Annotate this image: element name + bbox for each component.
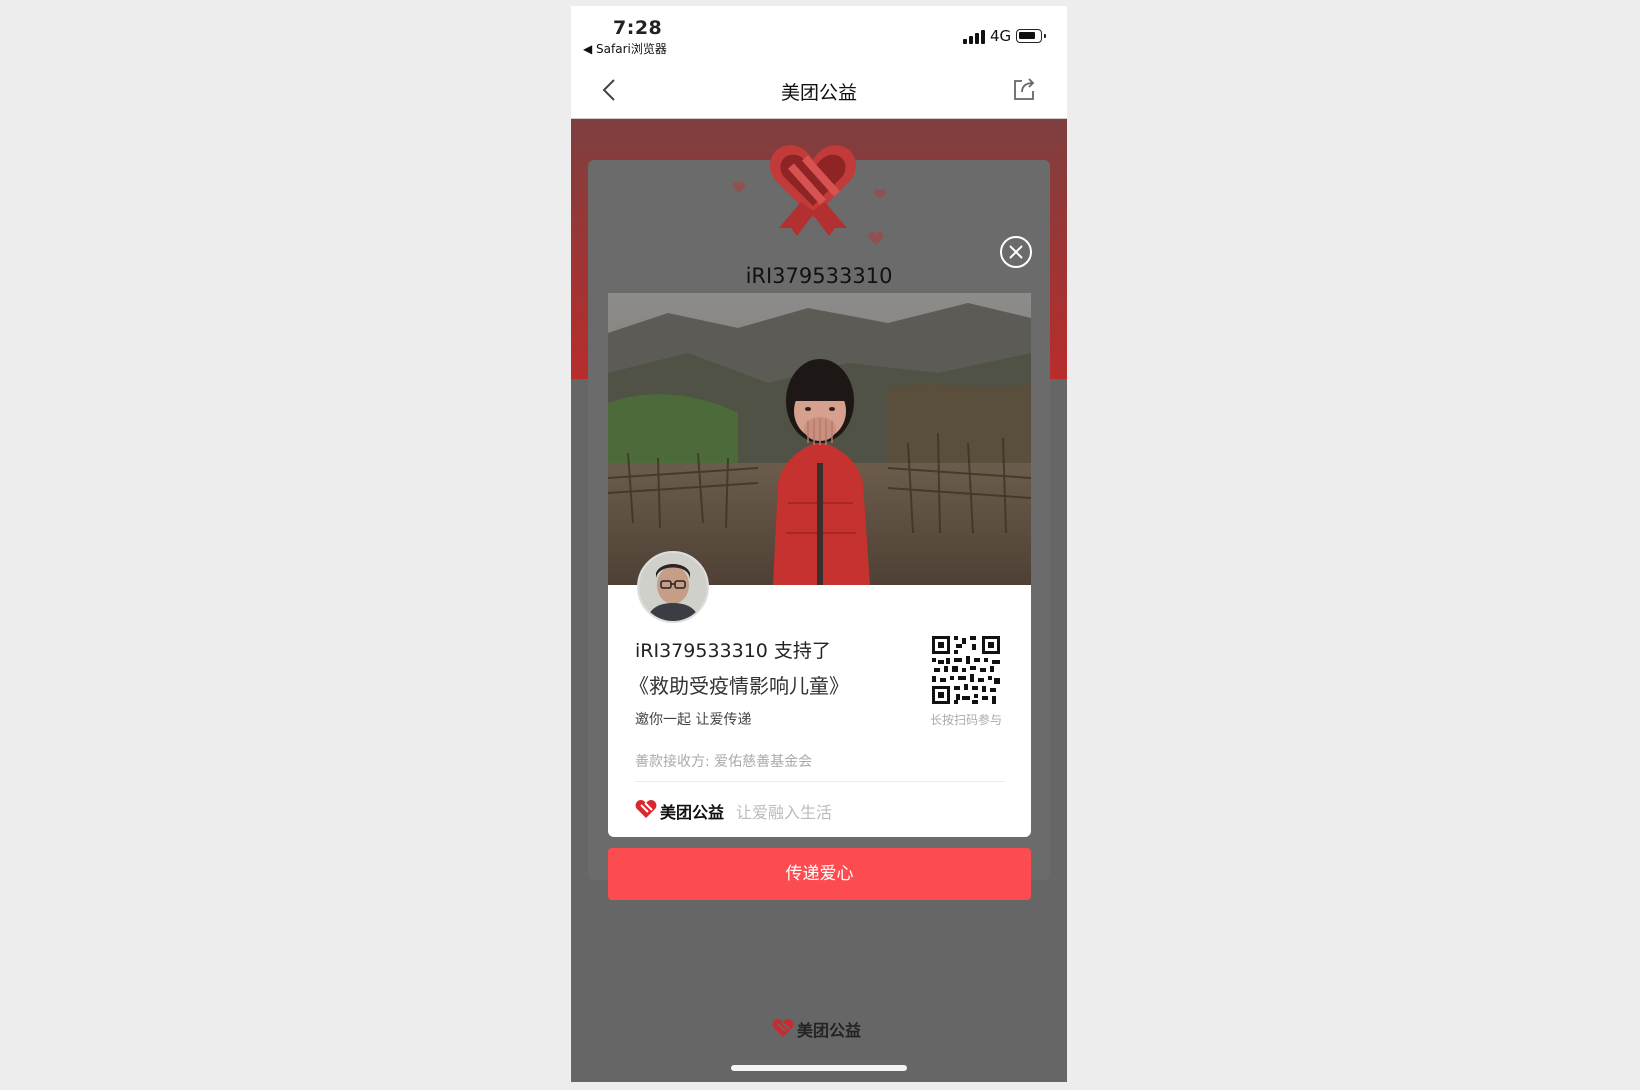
avatar [637, 551, 709, 623]
meituan-charity-logo-icon [772, 1019, 794, 1037]
divider [635, 781, 1005, 782]
status-time: 7:28 [613, 17, 663, 39]
project-photo [608, 293, 1031, 585]
small-heart-icon [874, 189, 886, 200]
supporter-text: iRI379533310 支持了 [635, 640, 831, 662]
qr-caption: 长按扫码参与 [929, 713, 1002, 727]
pass-love-button[interactable]: 传递爱心 [608, 848, 1031, 900]
brand-name: 美团公益 [660, 803, 725, 822]
footer-brand: 美团公益 [797, 1021, 862, 1040]
network-type: 4G [990, 27, 1012, 45]
share-icon[interactable] [1012, 76, 1038, 102]
status-bar: 7:28 ◀ Safari浏览器 4G [571, 6, 1067, 62]
page-title: 美团公益 [780, 82, 857, 104]
nav-bar: 美团公益 [571, 62, 1067, 119]
invite-text: 邀你一起 让爱传递 [635, 712, 752, 728]
phone-screen: 7:28 ◀ Safari浏览器 4G 美团公益 iRI379533310 iR… [571, 6, 1067, 1082]
small-heart-icon [732, 181, 746, 193]
ribbon-heart-icon [770, 145, 856, 236]
donation-receiver: 善款接收方: 爱佑慈善基金会 [635, 754, 813, 770]
small-heart-icon [868, 231, 884, 245]
project-name: 《救助受疫情影响儿童》 [629, 674, 849, 698]
brand-slogan: 让爱融入生活 [736, 803, 833, 822]
back-to-safari-link[interactable]: ◀ Safari浏览器 [583, 40, 667, 57]
signal-icon [963, 30, 987, 44]
close-icon [1009, 245, 1023, 259]
home-indicator[interactable] [731, 1065, 907, 1071]
battery-icon [1016, 29, 1046, 43]
meituan-charity-logo-icon [635, 800, 657, 818]
username-heading: iRI379533310 [745, 264, 893, 288]
qr-code[interactable] [932, 636, 1000, 704]
